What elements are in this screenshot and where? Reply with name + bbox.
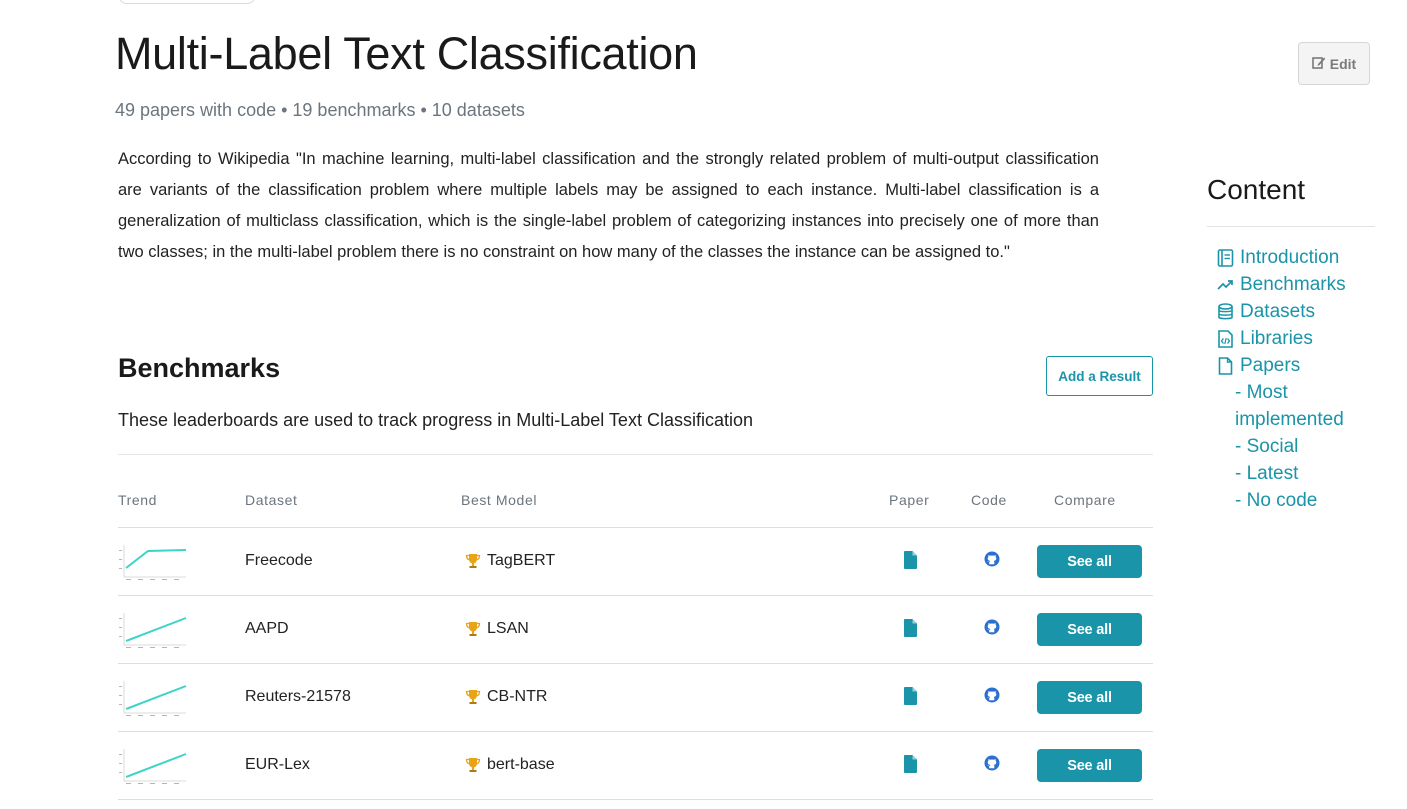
trend-sparkline[interactable] (118, 542, 188, 582)
toc-sub-social[interactable]: - Social (1217, 433, 1397, 460)
database-icon (1218, 303, 1233, 320)
dataset-link[interactable]: EUR-Lex (245, 756, 310, 774)
code-file-icon (1218, 330, 1233, 348)
see-all-button[interactable]: See all (1037, 749, 1142, 782)
toc-item-introduction[interactable]: Introduction (1217, 244, 1397, 271)
add-result-button[interactable]: Add a Result (1046, 356, 1153, 396)
trophy-icon (465, 758, 481, 772)
model-name: bert-base (487, 756, 555, 773)
toc-label: Benchmarks (1240, 274, 1346, 295)
see-all-button[interactable]: See all (1037, 613, 1142, 646)
benchmarks-heading: Benchmarks (118, 353, 281, 383)
column-dataset: Dataset (245, 492, 298, 508)
file-outline-icon (1218, 357, 1233, 375)
table-of-contents: Introduction Benchmarks Datasets Librari… (1217, 244, 1397, 514)
github-icon[interactable] (984, 551, 1000, 567)
table-row: Reuters-21578 CB-NTR See all (118, 664, 1153, 732)
toc-item-datasets[interactable]: Datasets (1217, 298, 1397, 325)
model-name: LSAN (487, 620, 529, 637)
page-title: Multi-Label Text Classification (115, 28, 698, 79)
toc-sub-latest[interactable]: - Latest (1217, 460, 1397, 487)
divider (1207, 226, 1375, 227)
edit-button[interactable]: Edit (1298, 42, 1370, 85)
column-best-model: Best Model (461, 492, 538, 508)
see-all-button[interactable]: See all (1037, 545, 1142, 578)
best-model[interactable]: bert-base (465, 756, 555, 774)
file-icon[interactable] (904, 551, 918, 569)
book-icon (1217, 249, 1234, 267)
trophy-icon (465, 690, 481, 704)
edit-label: Edit (1329, 55, 1357, 72)
model-name: TagBERT (487, 552, 556, 569)
trend-sparkline[interactable] (118, 678, 188, 718)
best-model[interactable]: TagBERT (465, 552, 555, 570)
file-icon[interactable] (904, 755, 918, 773)
content-heading: Content (1207, 174, 1306, 205)
best-model[interactable]: LSAN (465, 620, 529, 638)
benchmarks-description: These leaderboards are used to track pro… (118, 410, 753, 430)
table-row: EUR-Lex bert-base See all (118, 732, 1153, 800)
page-subtitle: 49 papers with code • 19 benchmarks • 10… (115, 100, 525, 120)
file-icon[interactable] (904, 619, 918, 637)
dataset-link[interactable]: AAPD (245, 620, 289, 638)
toc-sub-most-implemented[interactable]: - Most implemented (1217, 379, 1397, 433)
table-row: Freecode TagBERT See all (118, 528, 1153, 596)
toc-item-papers[interactable]: Papers (1217, 352, 1397, 379)
trophy-icon (465, 622, 481, 636)
table-header: Trend Dataset Best Model Paper Code Comp… (118, 488, 1153, 528)
best-model[interactable]: CB-NTR (465, 688, 547, 706)
edit-icon (1311, 56, 1326, 72)
trend-icon (1217, 280, 1233, 290)
github-icon[interactable] (984, 619, 1000, 635)
trend-sparkline[interactable] (118, 746, 188, 786)
toc-sub-no-code[interactable]: - No code (1217, 487, 1397, 514)
column-paper: Paper (889, 492, 930, 508)
column-trend: Trend (118, 492, 158, 508)
model-name: CB-NTR (487, 688, 548, 705)
toc-label: Libraries (1240, 328, 1313, 349)
github-icon[interactable] (984, 755, 1000, 771)
divider (118, 454, 1153, 455)
toc-label: Datasets (1240, 301, 1315, 322)
column-compare: Compare (1054, 492, 1116, 508)
task-description: According to Wikipedia "In machine learn… (118, 150, 1099, 261)
trend-sparkline[interactable] (118, 610, 188, 650)
toc-item-libraries[interactable]: Libraries (1217, 325, 1397, 352)
table-row: AAPD LSAN See all (118, 596, 1153, 664)
top-pill-button[interactable] (118, 0, 256, 4)
toc-label: Papers (1240, 355, 1301, 376)
see-all-button[interactable]: See all (1037, 681, 1142, 714)
github-icon[interactable] (984, 687, 1000, 703)
toc-label: Introduction (1240, 247, 1340, 268)
dataset-link[interactable]: Reuters-21578 (245, 688, 351, 706)
column-code: Code (971, 492, 1007, 508)
toc-item-benchmarks[interactable]: Benchmarks (1217, 271, 1397, 298)
trophy-icon (465, 554, 481, 568)
dataset-link[interactable]: Freecode (245, 552, 313, 570)
file-icon[interactable] (904, 687, 918, 705)
